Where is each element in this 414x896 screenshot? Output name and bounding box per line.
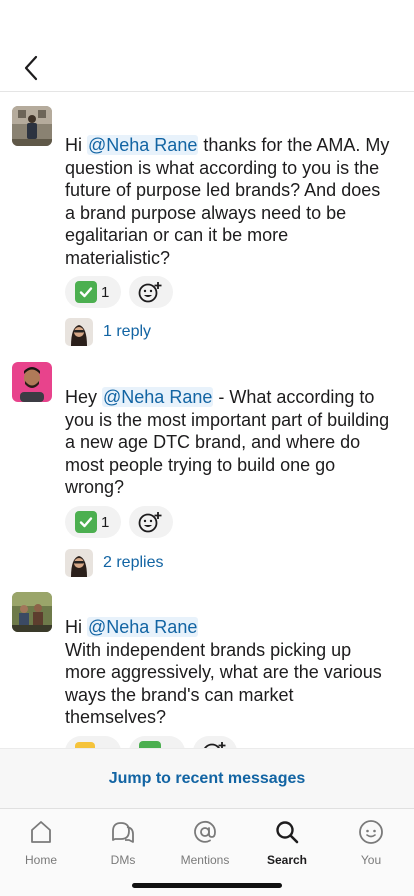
reaction-bar: 1 [65, 506, 173, 538]
add-reaction-button[interactable] [129, 506, 173, 538]
reaction-count: 1 [101, 283, 110, 301]
tab-label: DMs [110, 853, 136, 867]
thread-replies[interactable]: 1 reply [65, 318, 151, 346]
at-icon [190, 817, 220, 847]
user-mention[interactable]: @Neha Rane [87, 617, 199, 637]
back-button[interactable] [16, 52, 46, 84]
you-icon [356, 817, 386, 847]
tab-mentions[interactable]: Mentions [164, 817, 246, 867]
avatar[interactable] [12, 106, 52, 146]
check-mark-button-icon [139, 741, 161, 748]
check-mark-button-icon [75, 511, 97, 533]
reaction-pill[interactable]: 1 [65, 506, 121, 538]
reply-avatar [65, 318, 93, 346]
user-mention[interactable]: @Neha Rane [102, 387, 214, 407]
add-reaction-button[interactable] [129, 276, 173, 308]
tab-label: You [360, 853, 382, 867]
dms-icon [108, 817, 138, 847]
message-text: Hey @Neha Rane - What according to you i… [65, 387, 390, 497]
add-emoji-icon [204, 742, 226, 748]
user-mention[interactable]: @Neha Rane [87, 135, 199, 155]
add-reaction-button[interactable] [193, 736, 237, 748]
reaction-pill[interactable] [65, 736, 121, 748]
tab-you[interactable]: You [330, 817, 412, 867]
reply-count-link[interactable]: 1 reply [103, 323, 151, 341]
tab-label: Search [266, 853, 308, 867]
message-text: Hi @Neha Rane With independent brands pic… [65, 617, 382, 727]
reply-avatar [65, 549, 93, 577]
tab-label: Home [24, 853, 57, 867]
home-icon [26, 817, 56, 847]
message-text: Hi @Neha Rane thanks for the AMA. My que… [65, 135, 390, 268]
message-feed[interactable]: Hi @Neha Rane thanks for the AMA. My que… [0, 92, 414, 748]
tab-dms[interactable]: DMs [82, 817, 164, 867]
reaction-bar [65, 736, 237, 748]
reaction-count: 1 [101, 513, 110, 531]
tab-home[interactable]: Home [0, 817, 82, 867]
thread-replies[interactable]: 2 replies [65, 549, 163, 577]
add-emoji-icon [138, 282, 162, 303]
avatar[interactable] [12, 362, 52, 402]
jump-bar: Jump to recent messages [0, 748, 414, 808]
check-mark-button-icon [75, 281, 97, 303]
tab-bar: Home DMs Mentions Search You [0, 808, 414, 896]
tab-label: Mentions [180, 853, 230, 867]
reaction-bar: 1 [65, 276, 173, 308]
search-icon [272, 817, 302, 847]
jump-to-recent-button[interactable]: Jump to recent messages [109, 770, 306, 788]
avatar[interactable] [12, 592, 52, 632]
tab-search[interactable]: Search [246, 817, 328, 867]
add-emoji-icon [138, 512, 162, 533]
home-indicator [132, 883, 282, 888]
reaction-pill[interactable] [129, 736, 185, 748]
chevron-left-icon [24, 55, 38, 81]
reply-count-link[interactable]: 2 replies [103, 554, 163, 572]
reaction-pill[interactable]: 1 [65, 276, 121, 308]
header [0, 0, 414, 92]
